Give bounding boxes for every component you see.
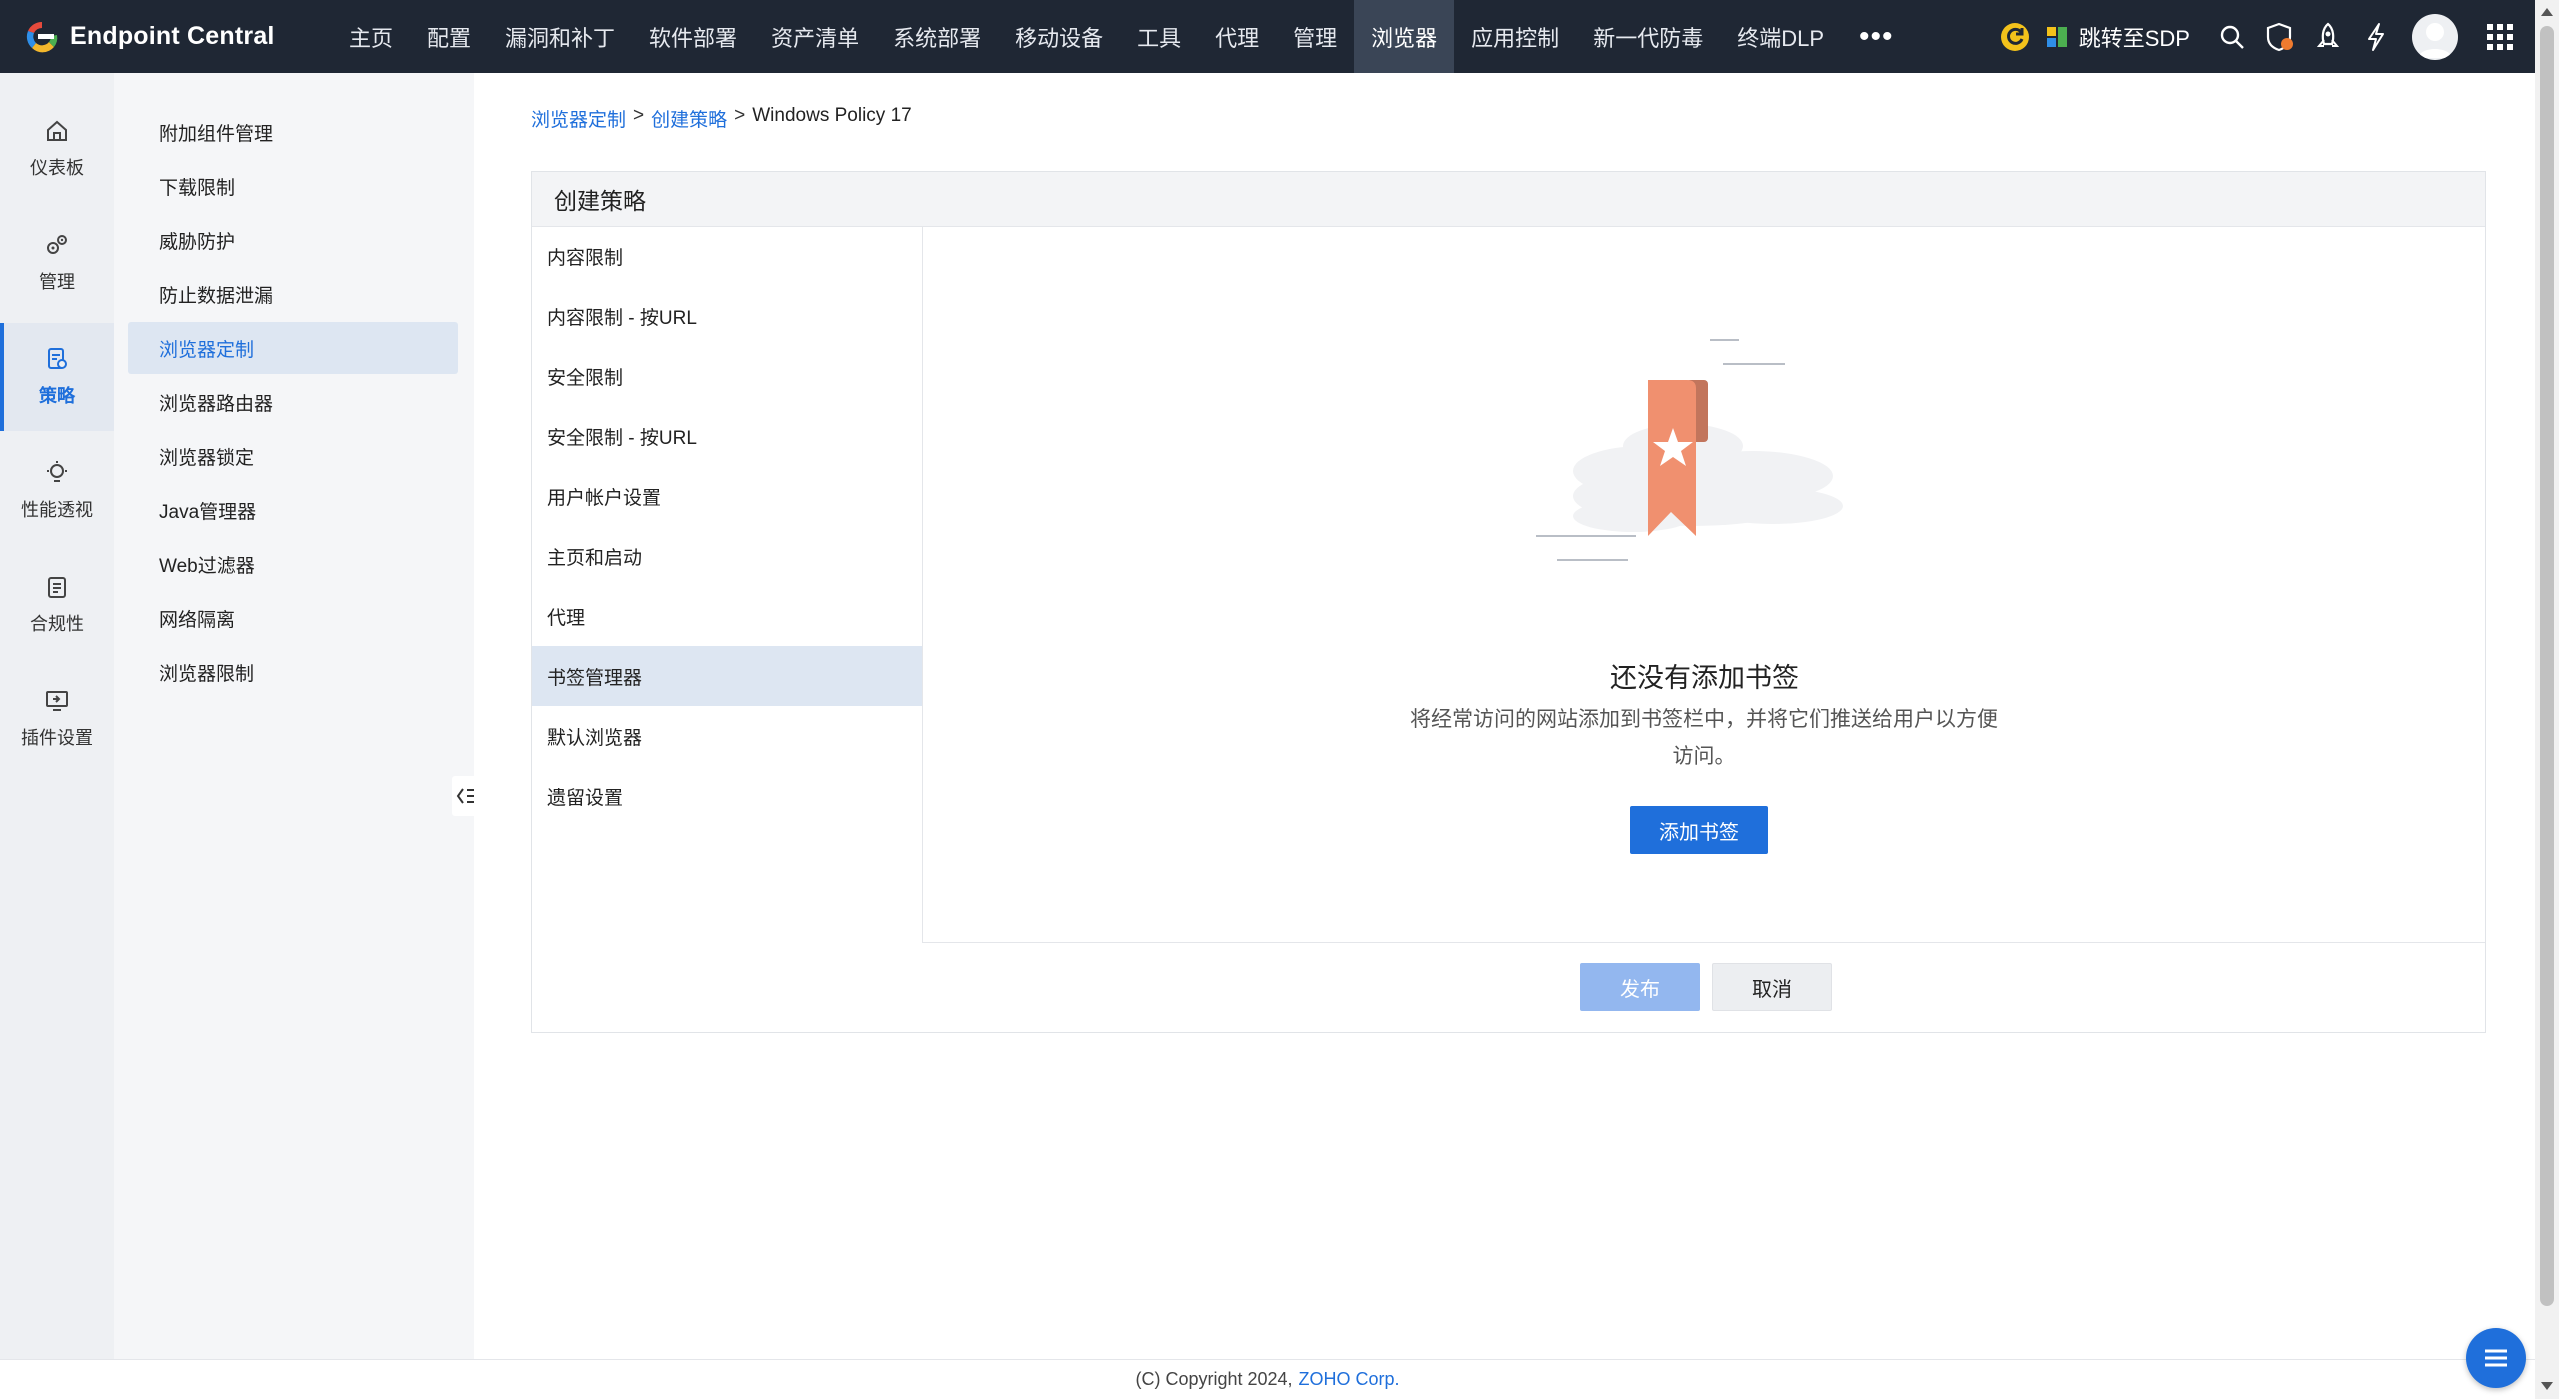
top-nav-item[interactable]: 软件部署 (632, 0, 754, 73)
rail-label: 管理 (39, 272, 75, 292)
rail-label: 合规性 (30, 614, 84, 634)
top-nav-item[interactable]: 系统部署 (876, 0, 998, 73)
submenu-item[interactable]: 附加组件管理 (128, 106, 458, 158)
breadcrumb: 浏览器定制 > 创建策略 > Windows Policy 17 (531, 105, 912, 132)
submenu-item[interactable]: 浏览器定制 (128, 322, 458, 374)
rail-label: 插件设置 (21, 728, 93, 748)
plugin-icon (46, 691, 68, 711)
top-nav: 主页 配置 漏洞和补丁 软件部署 资产清单 系统部署 移动设备 工具 代理 管理 浏览器 应用控制 新一… (332, 0, 1841, 73)
rail-item-compliance[interactable]: 合规性 (0, 551, 114, 659)
submenu-item[interactable]: 网络隔离 (128, 592, 458, 644)
bulb-icon (47, 461, 67, 482)
submenu-item[interactable]: 防止数据泄漏 (128, 268, 458, 320)
icon-rail: 仪表板 管理 策略 性能透视 合规性 插件设置 (0, 73, 114, 1359)
top-nav-item[interactable]: 资产清单 (754, 0, 876, 73)
policy-nav-item[interactable]: 内容限制 (532, 226, 922, 286)
submenu-item[interactable]: 浏览器锁定 (128, 430, 458, 482)
policy-settings-nav: 内容限制 内容限制 - 按URL 安全限制 安全限制 - 按URL 用户帐户设置 主页和启… (532, 226, 922, 1032)
sdp-icon (2046, 26, 2067, 47)
panel-title: 创建策略 (532, 172, 2485, 227)
rail-item-dashboard[interactable]: 仪表板 (0, 95, 114, 203)
policy-nav-item[interactable]: 内容限制 - 按URL (532, 286, 922, 346)
apps-grid-icon[interactable] (2483, 20, 2517, 54)
submenu-item[interactable]: Java管理器 (128, 484, 458, 536)
main-content: 浏览器定制 > 创建策略 > Windows Policy 17 创建策略 内容… (474, 73, 2535, 1359)
add-bookmark-button[interactable]: 添加书签 (1630, 806, 1768, 854)
more-menu-icon[interactable]: ••• (1841, 20, 1912, 54)
empty-state-description: 将经常访问的网站添加到书签栏中，并将它们推送给用户以方便访问。 (1410, 708, 1998, 768)
scroll-thumb[interactable] (2540, 26, 2554, 1306)
breadcrumb-browser-customization[interactable]: 浏览器定制 (531, 105, 626, 132)
jump-to-sdp-link[interactable]: 跳转至SDP (2045, 21, 2190, 53)
brand[interactable]: Endpoint Central (24, 19, 324, 55)
publish-button[interactable]: 发布 (1580, 963, 1700, 1011)
top-nav-item[interactable]: 终端DLP (1720, 0, 1841, 73)
chat-menu-button[interactable] (2466, 1328, 2526, 1388)
rail-item-policy[interactable]: 策略 (0, 323, 114, 431)
top-nav-item[interactable]: 移动设备 (998, 0, 1120, 73)
search-icon[interactable] (2215, 20, 2249, 54)
breadcrumb-separator: > (734, 105, 746, 126)
menu-lines-icon (2485, 1349, 2507, 1367)
top-nav-item[interactable]: 代理 (1198, 0, 1276, 73)
breadcrumb-separator: > (633, 105, 645, 126)
endpoint-central-logo (26, 21, 58, 52)
policy-nav-item[interactable]: 主页和启动 (532, 526, 922, 586)
rail-item-admin[interactable]: 管理 (0, 209, 114, 317)
refresh-badge-icon[interactable] (1998, 20, 2032, 54)
top-nav-item[interactable]: 应用控制 (1454, 0, 1576, 73)
breadcrumb-current: Windows Policy 17 (752, 105, 912, 126)
home-icon (47, 120, 67, 141)
company-link[interactable]: ZOHO Corp. (1299, 1369, 1400, 1390)
submenu-item[interactable]: 威胁防护 (128, 214, 458, 266)
submenu-item[interactable]: 浏览器路由器 (128, 376, 458, 428)
submenu-item[interactable]: 下载限制 (128, 160, 458, 212)
policy-submenu: 附加组件管理 下载限制 威胁防护 防止数据泄漏 浏览器定制 浏览器路由器 浏览器锁定 Java… (114, 73, 474, 1359)
top-right-tools: 跳转至SDP (1991, 0, 2535, 73)
rail-item-plugin-settings[interactable]: 插件设置 (0, 665, 114, 773)
footer: (C) Copyright 2024, ZOHO Corp. (0, 1359, 2535, 1399)
policy-nav-item[interactable]: 代理 (532, 586, 922, 646)
submenu-item[interactable]: Web过滤器 (128, 538, 458, 590)
brand-name: Endpoint Central (70, 22, 275, 50)
copyright-text: (C) Copyright 2024, (1135, 1369, 1293, 1389)
top-nav-item[interactable]: 工具 (1120, 0, 1198, 73)
top-nav-item[interactable]: 漏洞和补丁 (488, 0, 632, 73)
shield-alert-icon[interactable] (2263, 20, 2297, 54)
scroll-up-icon[interactable] (2541, 8, 2553, 16)
policy-nav-item[interactable]: 用户帐户设置 (532, 466, 922, 526)
empty-state-title: 还没有添加书签 (1610, 663, 1799, 693)
policy-nav-item[interactable]: 安全限制 (532, 346, 922, 406)
rail-label: 仪表板 (30, 158, 84, 178)
bookmark-illustration-icon (1536, 339, 1843, 561)
cancel-button[interactable]: 取消 (1712, 963, 1832, 1011)
rail-label: 策略 (39, 386, 75, 406)
policy-nav-item[interactable]: 安全限制 - 按URL (532, 406, 922, 466)
bookmark-manager-content: 还没有添加书签 将经常访问的网站添加到书签栏中，并将它们推送给用户以方便访问。 … (922, 226, 2485, 943)
rocket-icon[interactable] (2311, 20, 2345, 54)
policy-nav-item[interactable]: 遗留设置 (532, 766, 922, 826)
top-nav-item[interactable]: 浏览器 (1354, 0, 1455, 73)
compliance-icon (48, 577, 66, 598)
top-nav-item[interactable]: 新一代防毒 (1576, 0, 1720, 73)
policy-icon (48, 348, 67, 369)
breadcrumb-create-policy[interactable]: 创建策略 (651, 105, 727, 132)
scroll-down-icon[interactable] (2541, 1382, 2553, 1390)
sdp-link-label: 跳转至SDP (2078, 25, 2190, 51)
policy-nav-item[interactable]: 默认浏览器 (532, 706, 922, 766)
top-bar: Endpoint Central 主页 配置 漏洞和补丁 软件部署 资产清单 系统部署 移动… (0, 0, 2535, 73)
top-nav-item[interactable]: 管理 (1276, 0, 1354, 73)
policy-nav-item[interactable]: 书签管理器 (532, 646, 922, 706)
submenu-item[interactable]: 浏览器限制 (128, 646, 458, 698)
gears-icon (47, 235, 67, 254)
page-scrollbar[interactable] (2535, 0, 2559, 1399)
user-avatar[interactable] (2412, 13, 2458, 60)
top-nav-item[interactable]: 配置 (410, 0, 488, 73)
rail-item-insights[interactable]: 性能透视 (0, 437, 114, 545)
rail-label: 性能透视 (21, 500, 93, 520)
create-policy-panel: 创建策略 内容限制 内容限制 - 按URL 安全限制 安全限制 - 按URL 用户帐户设… (531, 171, 2486, 1033)
lightning-icon[interactable] (2359, 20, 2393, 54)
top-nav-item[interactable]: 主页 (332, 0, 410, 73)
